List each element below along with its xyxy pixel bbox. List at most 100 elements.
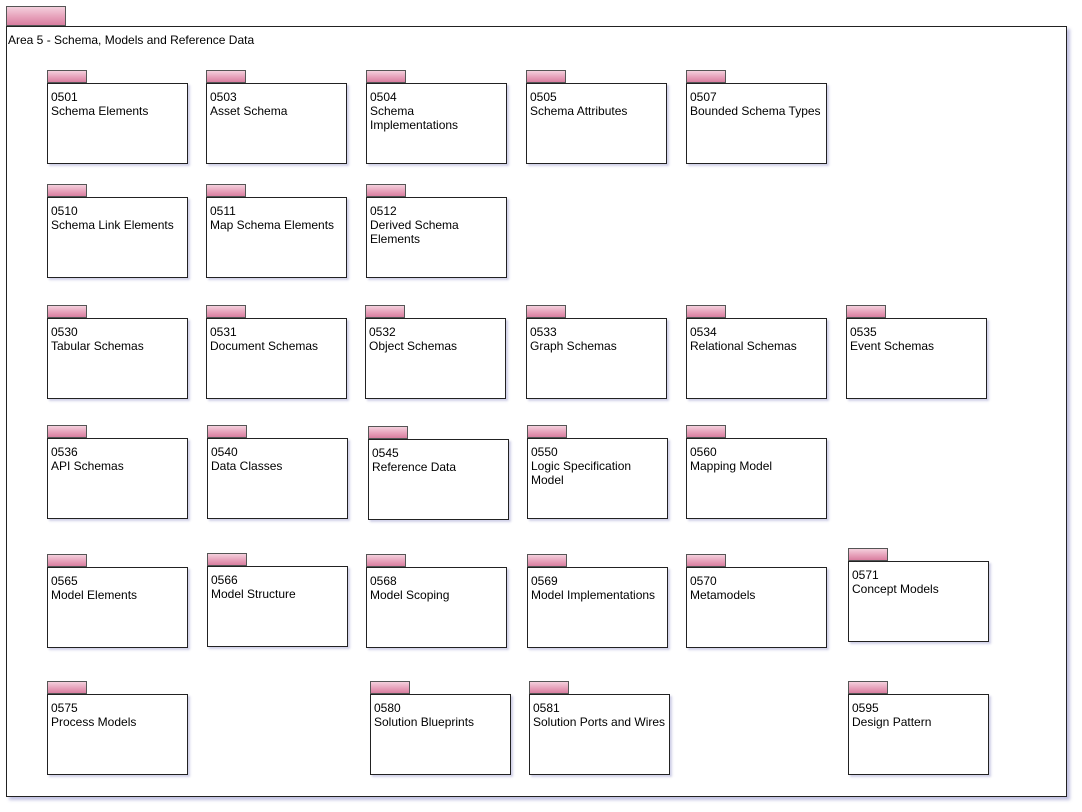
package-0511[interactable]: 0511 Map Schema Elements (206, 184, 348, 278)
package-0501[interactable]: 0501 Schema Elements (47, 70, 189, 164)
package-tab (368, 426, 408, 439)
package-tab (47, 554, 87, 567)
package-0566[interactable]: 0566 Model Structure (207, 553, 349, 647)
package-body: 0507 Bounded Schema Types (686, 83, 827, 164)
package-0570[interactable]: 0570 Metamodels (686, 554, 828, 648)
package-id: 0503 (210, 90, 237, 104)
package-tab (526, 305, 566, 318)
package-0530[interactable]: 0530 Tabular Schemas (47, 305, 189, 399)
package-0560[interactable]: 0560 Mapping Model (686, 425, 828, 519)
package-tab (47, 425, 87, 438)
package-id: 0531 (210, 325, 237, 339)
package-tab (527, 554, 567, 567)
package-id: 0511 (210, 204, 236, 218)
package-name: Concept Models (852, 582, 939, 596)
package-name: Model Structure (211, 587, 296, 601)
package-body: 0531 Document Schemas (206, 318, 347, 399)
package-0568[interactable]: 0568 Model Scoping (366, 554, 508, 648)
package-id: 0571 (852, 568, 879, 582)
package-0507[interactable]: 0507 Bounded Schema Types (686, 70, 828, 164)
package-body: 0505 Schema Attributes (526, 83, 667, 164)
package-tab (848, 681, 888, 694)
package-0575[interactable]: 0575 Process Models (47, 681, 189, 775)
package-tab (206, 305, 246, 318)
package-body: 0570 Metamodels (686, 567, 827, 648)
package-id: 0505 (530, 90, 557, 104)
package-tab (47, 681, 87, 694)
package-0504[interactable]: 0504 Schema Implementations (366, 70, 508, 164)
package-name: Object Schemas (369, 339, 458, 353)
package-0569[interactable]: 0569 Model Implementations (527, 554, 669, 648)
package-body: 0571 Concept Models (848, 561, 989, 642)
package-tab (47, 184, 87, 197)
package-0580[interactable]: 0580 Solution Blueprints (370, 681, 512, 775)
package-0531[interactable]: 0531 Document Schemas (206, 305, 348, 399)
package-tab (686, 305, 726, 318)
package-body: 0581 Solution Ports and Wires (529, 694, 670, 775)
package-tab (47, 70, 87, 83)
package-id: 0568 (370, 574, 397, 588)
package-id: 0540 (211, 445, 238, 459)
package-0533[interactable]: 0533 Graph Schemas (526, 305, 668, 399)
package-body: 0504 Schema Implementations (366, 83, 507, 164)
package-0571[interactable]: 0571 Concept Models (848, 548, 990, 642)
package-0581[interactable]: 0581 Solution Ports and Wires (529, 681, 671, 775)
package-id: 0530 (51, 325, 78, 339)
package-tab (527, 425, 567, 438)
package-id: 0545 (372, 446, 399, 460)
package-body: 0512 Derived Schema Elements (366, 197, 507, 278)
package-0535[interactable]: 0535 Event Schemas (846, 305, 988, 399)
package-name: Schema Implementations (370, 104, 459, 132)
package-name: Relational Schemas (690, 339, 797, 353)
package-id: 0580 (374, 701, 401, 715)
package-body: 0534 Relational Schemas (686, 318, 827, 399)
package-body: 0530 Tabular Schemas (47, 318, 188, 399)
package-0510[interactable]: 0510 Schema Link Elements (47, 184, 189, 278)
package-id: 0595 (852, 701, 879, 715)
package-id: 0507 (690, 90, 717, 104)
package-name: Tabular Schemas (51, 339, 144, 353)
package-name: Mapping Model (690, 459, 773, 473)
package-0505[interactable]: 0505 Schema Attributes (526, 70, 668, 164)
package-0536[interactable]: 0536 API Schemas (47, 425, 189, 519)
package-0540[interactable]: 0540 Data Classes (207, 425, 349, 519)
package-body: 0566 Model Structure (207, 566, 348, 647)
package-body: 0503 Asset Schema (206, 83, 347, 164)
package-name: Data Classes (211, 459, 283, 473)
package-body: 0536 API Schemas (47, 438, 188, 519)
package-id: 0565 (51, 574, 78, 588)
package-tab (366, 184, 406, 197)
package-0512[interactable]: 0512 Derived Schema Elements (366, 184, 508, 278)
package-id: 0535 (850, 325, 877, 339)
package-0550[interactable]: 0550 Logic Specification Model (527, 425, 669, 519)
package-name: Model Scoping (370, 588, 450, 602)
package-0534[interactable]: 0534 Relational Schemas (686, 305, 828, 399)
package-id: 0504 (370, 90, 397, 104)
package-tab (529, 681, 569, 694)
package-0503[interactable]: 0503 Asset Schema (206, 70, 348, 164)
package-name: Model Implementations (531, 588, 656, 602)
package-name: Graph Schemas (530, 339, 617, 353)
package-tab (370, 681, 410, 694)
package-name: Schema Attributes (530, 104, 628, 118)
package-id: 0570 (690, 574, 717, 588)
package-id: 0533 (530, 325, 557, 339)
package-body: 0540 Data Classes (207, 438, 348, 519)
package-tab (686, 70, 726, 83)
package-tab (686, 554, 726, 567)
package-name: Schema Link Elements (51, 218, 174, 232)
package-name: Solution Blueprints (374, 715, 475, 729)
package-body: 0511 Map Schema Elements (206, 197, 347, 278)
package-body: 0580 Solution Blueprints (370, 694, 511, 775)
package-0565[interactable]: 0565 Model Elements (47, 554, 189, 648)
package-id: 0566 (211, 573, 238, 587)
package-name: Event Schemas (850, 339, 935, 353)
package-name: Bounded Schema Types (690, 104, 821, 118)
package-name: Design Pattern (852, 715, 932, 729)
package-0532[interactable]: 0532 Object Schemas (365, 305, 507, 399)
package-0595[interactable]: 0595 Design Pattern (848, 681, 990, 775)
package-id: 0501 (51, 90, 78, 104)
package-body: 0568 Model Scoping (366, 567, 507, 648)
package-0545[interactable]: 0545 Reference Data (368, 426, 510, 520)
package-id: 0532 (369, 325, 396, 339)
